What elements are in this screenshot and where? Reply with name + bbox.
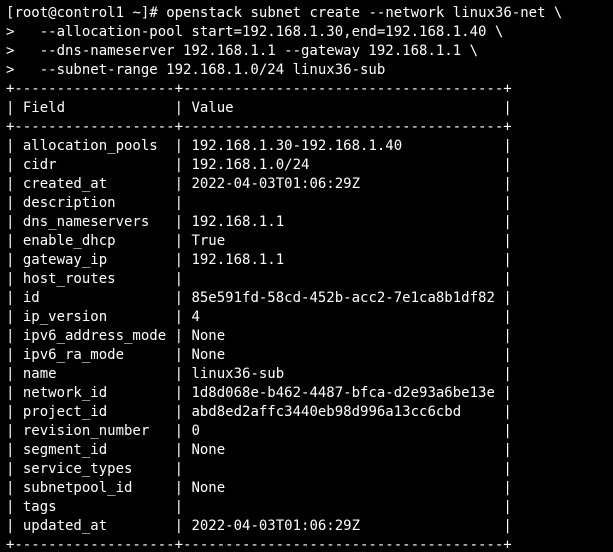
table-cell-value: None — [191, 328, 503, 344]
command-continuation[interactable]: > --subnet-range 192.168.1.0/24 linux36-… — [6, 61, 607, 80]
table-cell-field: updated_at — [23, 518, 175, 534]
command-text: --allocation-pool start=192.168.1.30,end… — [23, 24, 503, 40]
table-cell-field: gateway_ip — [23, 252, 175, 268]
table-cell-field: ip_version — [23, 309, 175, 325]
table-row: | enable_dhcp | True | — [6, 232, 607, 251]
table-cell-field: revision_number — [23, 423, 175, 439]
table-row: | created_at | 2022-04-03T01:06:29Z | — [6, 175, 607, 194]
table-row: | subnetpool_id | None | — [6, 479, 607, 498]
table-cell-field: description — [23, 195, 175, 211]
table-row: | project_id | abd8ed2affc3440eb98d996a1… — [6, 403, 607, 422]
table-cell-field: id — [23, 290, 175, 306]
command-continuation[interactable]: > --dns-nameserver 192.168.1.1 --gateway… — [6, 42, 607, 61]
table-cell-field: project_id — [23, 404, 175, 420]
continuation-marker: > — [6, 24, 23, 40]
table-cell-value — [191, 461, 503, 477]
table-cell-value: 192.168.1.0/24 — [191, 157, 503, 173]
table-cell-value: None — [191, 480, 503, 496]
command-line[interactable]: [root@control1 ~]# openstack subnet crea… — [6, 4, 607, 23]
table-header-value: Value — [191, 100, 503, 116]
separator-line: +-------------------+-------------------… — [6, 119, 512, 135]
table-cell-value: 0 — [191, 423, 503, 439]
table-cell-value: linux36-sub — [191, 366, 503, 382]
prompt-path: ~ — [132, 5, 140, 21]
table-cell-field: cidr — [23, 157, 175, 173]
table-row: | updated_at | 2022-04-03T01:06:29Z | — [6, 517, 607, 536]
table-cell-value — [191, 195, 503, 211]
separator-line: +-------------------+-------------------… — [6, 81, 512, 97]
table-cell-value: 192.168.1.1 — [191, 252, 503, 268]
table-row: | host_routes | | — [6, 270, 607, 289]
table-cell-value: 1d8d068e-b462-4487-bfca-d2e93a6be13e — [191, 385, 503, 401]
command-continuation[interactable]: > --allocation-pool start=192.168.1.30,e… — [6, 23, 607, 42]
table-cell-value: abd8ed2affc3440eb98d996a13cc6cbd — [191, 404, 503, 420]
table-cell-value — [191, 271, 503, 287]
table-cell-field: subnetpool_id — [23, 480, 175, 496]
continuation-marker: > — [6, 43, 23, 59]
table-row: | revision_number | 0 | — [6, 422, 607, 441]
table-cell-value: 4 — [191, 309, 503, 325]
table-cell-field: host_routes — [23, 271, 175, 287]
table-cell-value: 85e591fd-58cd-452b-acc2-7e1ca8b1df82 — [191, 290, 503, 306]
table-cell-value: 2022-04-03T01:06:29Z — [191, 518, 503, 534]
table-cell-value: 192.168.1.30-192.168.1.40 — [191, 138, 503, 154]
table-cell-field: allocation_pools — [23, 138, 175, 154]
table-row: | dns_nameservers | 192.168.1.1 | — [6, 213, 607, 232]
prompt-symbol: # — [149, 5, 166, 21]
table-row: | ip_version | 4 | — [6, 308, 607, 327]
terminal-output[interactable]: [root@control1 ~]# openstack subnet crea… — [0, 0, 613, 552]
table-header-field: Field — [23, 100, 175, 116]
table-row: | cidr | 192.168.1.0/24 | — [6, 156, 607, 175]
command-text: --subnet-range 192.168.1.0/24 linux36-su… — [23, 62, 385, 78]
table-cell-value: None — [191, 347, 503, 363]
table-cell-field: enable_dhcp — [23, 233, 175, 249]
table-cell-value — [191, 499, 503, 515]
table-cell-value: 192.168.1.1 — [191, 214, 503, 230]
table-cell-field: service_types — [23, 461, 175, 477]
table-cell-field: tags — [23, 499, 175, 515]
table-cell-value: 2022-04-03T01:06:29Z — [191, 176, 503, 192]
table-cell-field: created_at — [23, 176, 175, 192]
separator-line: +-------------------+-------------------… — [6, 537, 512, 552]
table-cell-value: None — [191, 442, 503, 458]
table-separator: +-------------------+-------------------… — [6, 80, 607, 99]
table-row: | gateway_ip | 192.168.1.1 | — [6, 251, 607, 270]
table-cell-field: name — [23, 366, 175, 382]
table-cell-field: network_id — [23, 385, 175, 401]
table-row: | segment_id | None | — [6, 441, 607, 460]
continuation-marker: > — [6, 62, 23, 78]
table-row: | allocation_pools | 192.168.1.30-192.16… — [6, 137, 607, 156]
table-cell-field: segment_id — [23, 442, 175, 458]
table-row: | service_types | | — [6, 460, 607, 479]
table-row: | id | 85e591fd-58cd-452b-acc2-7e1ca8b1d… — [6, 289, 607, 308]
prompt-user: root — [14, 5, 48, 21]
table-cell-field: ipv6_ra_mode — [23, 347, 175, 363]
prompt-at: @ — [48, 5, 56, 21]
table-separator: +-------------------+-------------------… — [6, 118, 607, 137]
table-row: | tags | | — [6, 498, 607, 517]
prompt-host: control1 — [57, 5, 124, 21]
table-cell-field: ipv6_address_mode — [23, 328, 175, 344]
table-cell-field: dns_nameservers — [23, 214, 175, 230]
command-text: --dns-nameserver 192.168.1.1 --gateway 1… — [23, 43, 478, 59]
table-row: | ipv6_address_mode | None | — [6, 327, 607, 346]
command-text: openstack subnet create --network linux3… — [166, 5, 562, 21]
table-row: | ipv6_ra_mode | None | — [6, 346, 607, 365]
table-row: | name | linux36-sub | — [6, 365, 607, 384]
table-separator: +-------------------+-------------------… — [6, 536, 607, 552]
table-header-row: | Field | Value | — [6, 99, 607, 118]
table-row: | network_id | 1d8d068e-b462-4487-bfca-d… — [6, 384, 607, 403]
table-cell-value: True — [191, 233, 503, 249]
table-row: | description | | — [6, 194, 607, 213]
